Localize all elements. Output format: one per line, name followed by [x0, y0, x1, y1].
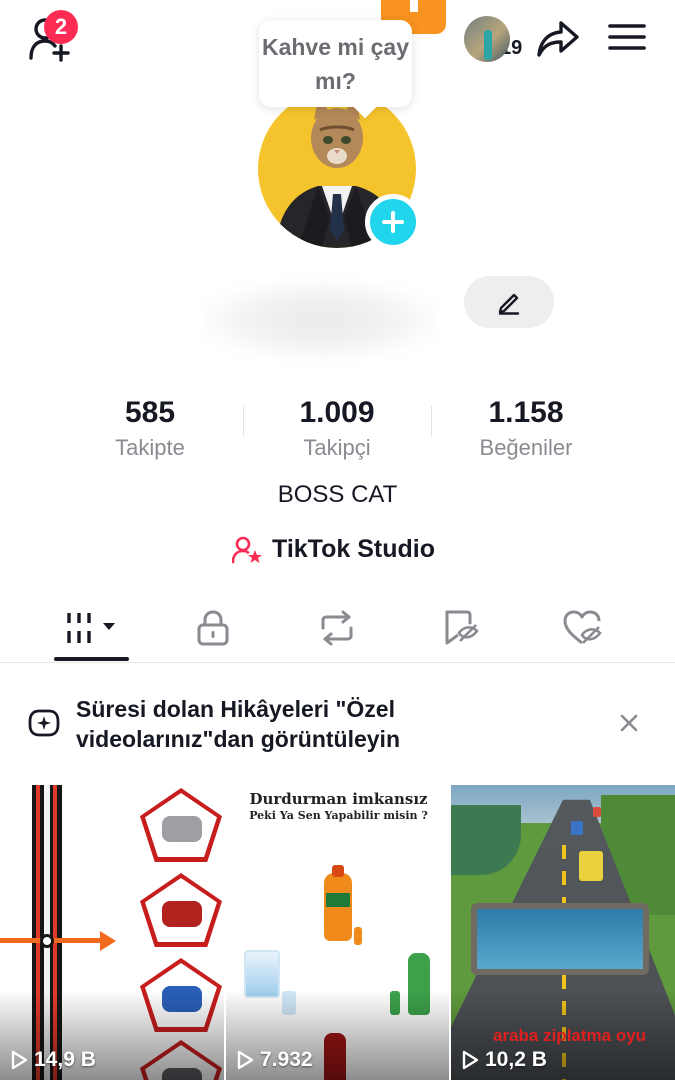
play-icon	[462, 1050, 479, 1070]
video-thumbnail[interactable]: 14,9 B	[0, 785, 224, 1080]
expired-stories-banner[interactable]: Süresi dolan Hikâyeleri "Özel videoların…	[0, 680, 675, 775]
divider	[243, 406, 244, 436]
video-grid: 14,9 B Durdurman imkansız Peki Ya Sen Ya…	[0, 785, 675, 1080]
liked-icon	[563, 610, 602, 645]
notification-badge: 2	[44, 10, 78, 44]
tab-private[interactable]	[173, 595, 253, 661]
stat-followers[interactable]: 1.009 Takipçi	[257, 395, 417, 463]
studio-label: TikTok Studio	[272, 535, 435, 563]
edit-profile-button[interactable]	[464, 276, 554, 328]
menu-button[interactable]	[602, 14, 652, 60]
stat-following[interactable]: 585 Takipte	[70, 395, 230, 463]
video-thumbnail[interactable]: araba ziplatma oyu 10,2 B	[451, 785, 675, 1080]
stat-label: Takipçi	[303, 435, 371, 460]
video-thumbnail[interactable]: Durdurman imkansız Peki Ya Sen Yapabilir…	[226, 785, 449, 1080]
view-count: 10,2 B	[461, 1048, 547, 1072]
videos-icon	[67, 613, 115, 643]
stat-label: Takipte	[115, 435, 185, 460]
story-sparkle-icon	[28, 708, 60, 743]
status-bubble[interactable]: Kahve mi çay mı?	[259, 20, 412, 107]
divider	[431, 406, 432, 436]
thumbnail-title: Durdurman imkansız	[249, 790, 428, 808]
profile-tabs	[0, 595, 675, 663]
close-icon	[620, 714, 638, 732]
close-banner-button[interactable]	[616, 710, 642, 741]
tab-videos[interactable]	[52, 595, 132, 661]
view-count: 7.932	[236, 1048, 313, 1072]
share-button[interactable]	[532, 14, 584, 64]
view-count: 14,9 B	[10, 1048, 96, 1072]
tiktok-studio-button[interactable]: TikTok Studio	[232, 535, 435, 564]
stat-value: 1.009	[299, 396, 375, 429]
play-icon	[11, 1050, 28, 1070]
friends-button[interactable]: 19	[464, 16, 525, 62]
tab-liked[interactable]	[543, 595, 623, 661]
play-icon	[237, 1050, 254, 1070]
tab-reposts[interactable]	[297, 595, 377, 661]
stat-label: Beğeniler	[479, 435, 573, 460]
repost-icon	[321, 610, 353, 646]
banner-text: Süresi dolan Hikâyeleri "Özel videoların…	[76, 696, 400, 752]
stat-value: 1.158	[488, 396, 564, 429]
thumbnail-subtitle: Peki Ya Sen Yapabilir misin ?	[249, 809, 428, 822]
tab-favorites[interactable]	[421, 595, 501, 661]
share-icon	[537, 21, 579, 57]
blurred-username	[200, 280, 440, 360]
stat-value: 585	[124, 396, 176, 429]
studio-user-star-icon	[232, 536, 262, 563]
view-count-text: 14,9 B	[34, 1048, 96, 1071]
profile-bio: BOSS CAT	[277, 481, 398, 508]
plus-icon	[382, 211, 404, 233]
view-count-text: 10,2 B	[485, 1048, 547, 1071]
thumbnail-caption: araba ziplatma oyu	[493, 1026, 647, 1045]
pencil-icon	[498, 293, 520, 315]
favorites-icon	[445, 610, 479, 645]
active-tab-indicator	[54, 657, 129, 661]
view-count-text: 7.932	[260, 1048, 313, 1071]
stat-likes[interactable]: 1.158 Beğeniler	[446, 395, 606, 463]
hamburger-icon	[608, 24, 646, 50]
status-text: Kahve mi çay mı?	[261, 34, 410, 94]
add-story-button[interactable]	[365, 194, 421, 250]
friend-avatar	[464, 16, 510, 62]
lock-icon	[197, 610, 229, 646]
